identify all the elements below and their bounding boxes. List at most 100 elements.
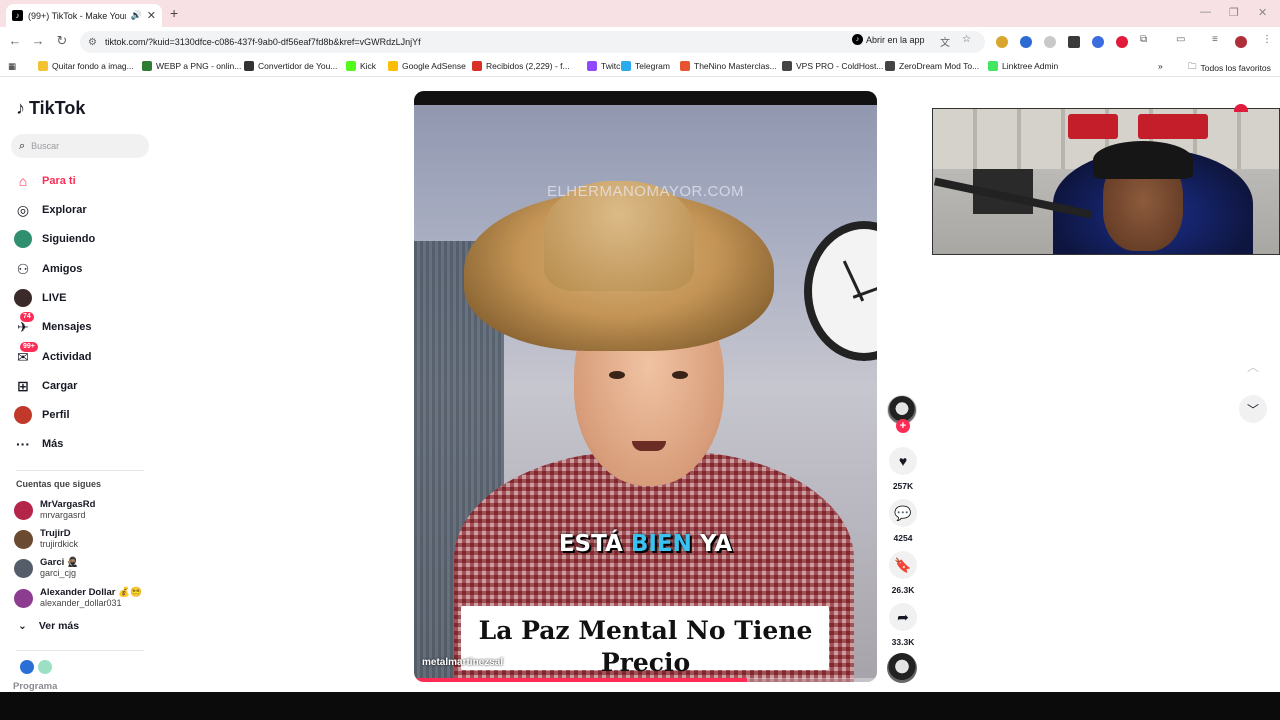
comment-icon: 💬 xyxy=(894,504,912,521)
restore-icon[interactable]: ❐ xyxy=(1229,6,1239,19)
previous-video-button[interactable]: ︿ xyxy=(1239,352,1267,380)
nav-item[interactable]: ◎ Explorar xyxy=(14,199,154,221)
extension-icon[interactable] xyxy=(1020,36,1032,48)
open-in-app-button[interactable]: ♪ Abrir en la app xyxy=(852,34,925,45)
extensions-puzzle-icon[interactable]: ⧉ xyxy=(1140,34,1147,45)
all-bookmarks-button[interactable]: 🗀 Todos los favoritos xyxy=(1188,61,1271,75)
back-icon[interactable]: ← xyxy=(6,33,24,48)
bookmark-item[interactable]: Linktree Admin xyxy=(988,61,1058,71)
nav-item[interactable]: ⊞ Cargar xyxy=(14,375,154,397)
nav-label: Actividad xyxy=(42,351,92,363)
search-input[interactable] xyxy=(31,141,132,151)
nav-item[interactable]: ⚇ Amigos xyxy=(14,258,154,280)
bookmark-item[interactable]: Convertidor de You... xyxy=(244,61,337,71)
followed-account[interactable]: Garci 🥷🏽 garci_cjg xyxy=(14,555,154,581)
translate-icon[interactable]: 文 xyxy=(940,34,950,49)
tab-title: (99+) TikTok - Make Your Day xyxy=(28,10,126,21)
bookmark-item[interactable]: WEBP a PNG - onlin... xyxy=(142,61,241,71)
extension-icon[interactable] xyxy=(1044,36,1056,48)
side-panel-icon[interactable]: ▭ xyxy=(1176,34,1185,45)
extension-icon[interactable] xyxy=(1068,36,1080,48)
bookmark-item[interactable]: Kick xyxy=(346,61,376,71)
bookmark-item[interactable]: Quitar fondo a imag... xyxy=(38,61,134,71)
webcam-prop xyxy=(1138,114,1208,139)
video-player[interactable]: ELHERMANOMAYOR.COM ESTÁ BIEN YA La Paz M… xyxy=(414,91,877,682)
avatar xyxy=(14,230,32,248)
bookmark-label: TheNino Masterclas... xyxy=(694,61,777,71)
creator-icon[interactable] xyxy=(38,660,52,674)
bookmark-label: Recibidos (2,229) - f... xyxy=(486,61,570,71)
like-button[interactable]: ♥ xyxy=(889,447,917,475)
open-in-app-label: Abrir en la app xyxy=(866,34,925,45)
comment-button[interactable]: 💬 xyxy=(889,499,917,527)
heart-icon: ♥ xyxy=(898,453,908,469)
followed-account[interactable]: TrujirD trujirdkick xyxy=(14,526,154,552)
next-video-button[interactable]: ﹀ xyxy=(1239,395,1267,423)
nav-item[interactable]: ··· Más xyxy=(14,433,154,455)
nav-item[interactable]: Perfil xyxy=(14,404,154,426)
share-button[interactable]: ➦ xyxy=(889,603,917,631)
speaker-icon[interactable]: 🔊 xyxy=(131,10,142,21)
site-info-icon[interactable]: ⚙ xyxy=(88,37,97,48)
bookmark-star-icon[interactable]: ☆ xyxy=(962,34,971,45)
footer-programs[interactable]: Programa xyxy=(13,681,57,692)
window-close-icon[interactable]: ✕ xyxy=(1258,6,1267,19)
video-progress-bar[interactable] xyxy=(414,678,877,682)
bookmark-item[interactable]: Google AdSense xyxy=(388,61,466,71)
extension-icon[interactable] xyxy=(996,36,1008,48)
tiktok-logo[interactable]: ♪ TikTok xyxy=(16,98,85,119)
chrome-menu-icon[interactable]: ⋮ xyxy=(1262,34,1272,45)
nav-item[interactable]: ⌂ Para ti xyxy=(14,170,154,192)
notification-badge: 99+ xyxy=(20,342,38,352)
bookmark-favicon-icon xyxy=(988,61,998,71)
new-tab-button[interactable]: + xyxy=(170,5,178,21)
bookmark-item[interactable]: TheNino Masterclas... xyxy=(680,61,777,71)
nav-label: Siguiendo xyxy=(42,233,96,245)
profile-avatar-icon[interactable] xyxy=(1235,36,1247,48)
account-username: garci_cjg xyxy=(40,568,77,578)
bookmark-item[interactable]: Recibidos (2,229) - f... xyxy=(472,61,570,71)
nav-item[interactable]: Siguiendo xyxy=(14,228,154,250)
nav-item[interactable]: ✈ 74 Mensajes xyxy=(14,312,154,338)
nav-label: Mensajes xyxy=(42,321,92,333)
see-more-label: Ver más xyxy=(38,620,80,632)
account-username: trujirdkick xyxy=(40,539,79,549)
follow-plus-icon[interactable]: + xyxy=(896,419,910,433)
bookmark-item[interactable]: Twitch xyxy=(587,61,625,71)
see-more-button[interactable]: ⌄ Ver más xyxy=(18,620,79,632)
browser-tab[interactable]: ♪ (99+) TikTok - Make Your Day 🔊 ✕ xyxy=(6,4,162,27)
account-avatar xyxy=(14,558,33,578)
all-bookmarks-label: Todos los favoritos xyxy=(1200,63,1271,73)
mouth xyxy=(632,441,666,451)
music-disc[interactable] xyxy=(887,653,917,683)
tiktok-app-icon: ♪ xyxy=(852,34,863,45)
more-bookmarks-icon[interactable]: » xyxy=(1158,61,1163,71)
followed-account[interactable]: MrVargasRd mrvargasrd xyxy=(14,497,154,523)
friends-icon: ⚇ xyxy=(16,260,30,277)
address-bar[interactable]: ⚙ tiktok.com/?kuid=3130dfce-c086-437f-9a… xyxy=(80,31,985,53)
account-name: Alexander Dollar 💰😵‍💫 xyxy=(40,587,142,598)
minimize-icon[interactable]: — xyxy=(1200,6,1211,18)
save-button[interactable]: 🔖 xyxy=(889,551,917,579)
nav-item[interactable]: ✉ 99+ Actividad xyxy=(14,342,154,368)
nav-label: Perfil xyxy=(42,409,70,421)
search-bar[interactable]: ⌕ xyxy=(11,134,149,158)
apps-grid-icon[interactable]: ▦ xyxy=(8,61,16,72)
extension-icon[interactable] xyxy=(1092,36,1104,48)
media-control-icon[interactable]: ≡ xyxy=(1212,34,1218,45)
bookmark-favicon-icon xyxy=(680,61,690,71)
bookmark-item[interactable]: Telegram xyxy=(621,61,670,71)
adblock-icon[interactable] xyxy=(1116,36,1128,48)
reload-icon[interactable]: ↻ xyxy=(53,33,71,49)
live-studio-icon[interactable] xyxy=(20,660,34,674)
nav-item[interactable]: LIVE xyxy=(14,287,154,309)
divider xyxy=(16,650,144,651)
video-title-line1: La Paz Mental No Tiene xyxy=(478,616,813,645)
bookmark-item[interactable]: ZeroDream Mod To... xyxy=(885,61,979,71)
forward-icon[interactable]: → xyxy=(29,33,47,48)
followed-account[interactable]: Alexander Dollar 💰😵‍💫 alexander_dollar031 xyxy=(14,585,154,611)
bookmark-item[interactable]: VPS PRO - ColdHost... xyxy=(782,61,883,71)
tab-close-icon[interactable]: ✕ xyxy=(147,9,156,22)
video-author[interactable]: metalmartinezsal xyxy=(422,657,503,668)
webcam-prop xyxy=(1068,114,1118,139)
